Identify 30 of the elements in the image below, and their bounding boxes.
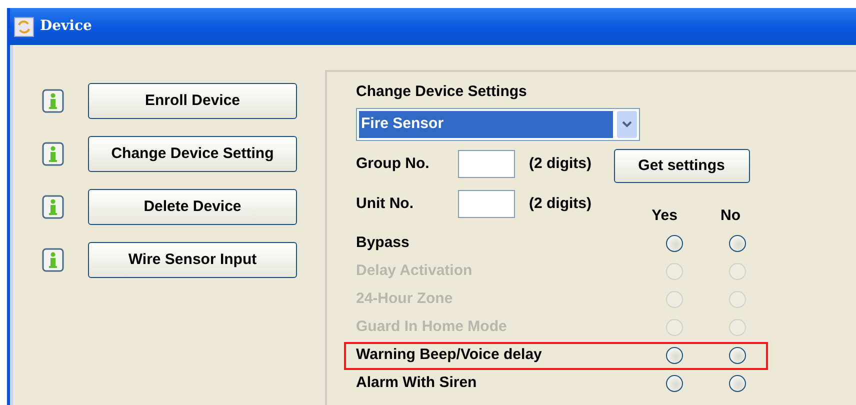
field-label: Unit No. — [356, 194, 414, 214]
field-label: Group No. — [356, 154, 430, 174]
radio-button[interactable] — [729, 347, 746, 364]
radio-button[interactable] — [729, 235, 746, 252]
info-icon — [42, 142, 64, 166]
action-button[interactable]: Delete Device — [88, 189, 297, 225]
number-field[interactable] — [458, 150, 515, 178]
device-type-dropdown[interactable]: Fire Sensor — [356, 108, 640, 141]
column-header: Yes — [652, 206, 678, 226]
section-heading: Change Device Settings — [356, 82, 528, 102]
get-settings-button[interactable]: Get settings — [614, 149, 750, 183]
number-field[interactable] — [458, 190, 515, 218]
window-title: Device — [40, 17, 92, 36]
radio-button[interactable] — [666, 235, 683, 252]
radio-button[interactable] — [666, 375, 683, 392]
action-button[interactable]: Wire Sensor Input — [88, 242, 297, 278]
hint-text: (2 digits) — [529, 194, 592, 214]
hint-text: (2 digits) — [529, 154, 592, 174]
action-button[interactable]: Enroll Device — [88, 83, 297, 119]
option-label: Alarm With Siren — [356, 373, 478, 394]
action-button[interactable]: Change Device Setting — [88, 136, 297, 172]
radio-button[interactable] — [666, 347, 683, 364]
info-icon — [42, 195, 64, 219]
info-icon — [42, 248, 64, 272]
radio-button[interactable] — [729, 375, 746, 392]
info-icon — [42, 89, 64, 113]
option-label: Bypass — [356, 233, 410, 254]
column-header: No — [720, 206, 742, 226]
app-icon — [14, 16, 34, 36]
option-label: Warning Beep/Voice delay — [356, 345, 543, 366]
